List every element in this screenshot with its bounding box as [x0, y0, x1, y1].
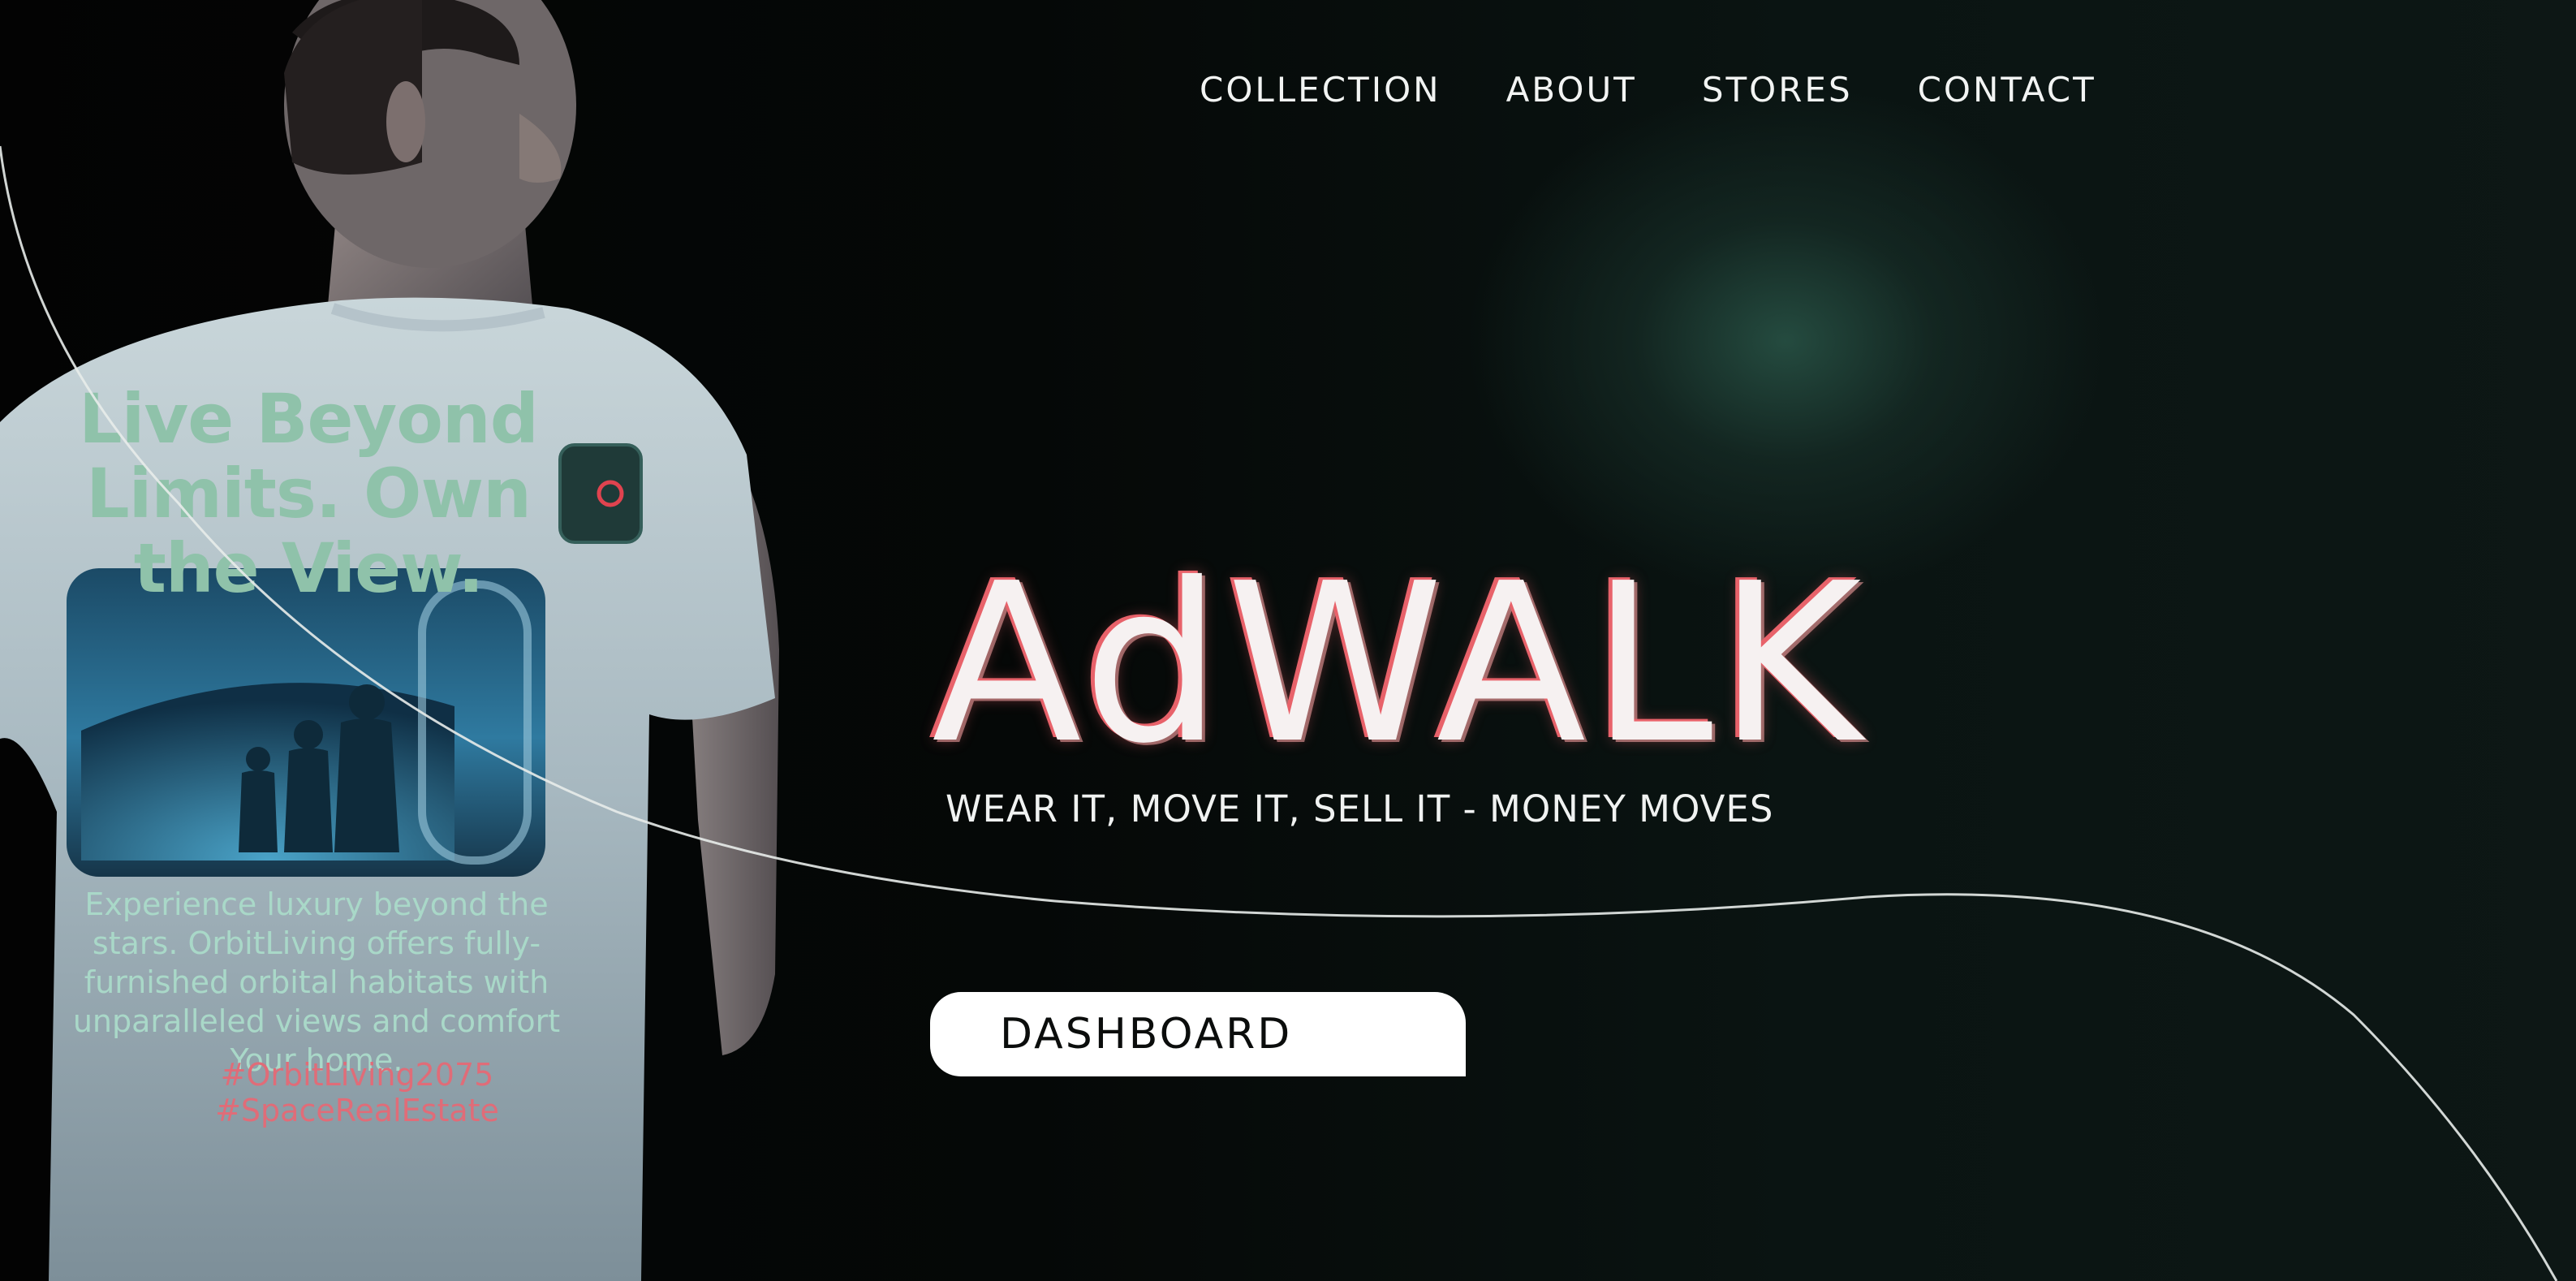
nav-contact[interactable]: CONTACT — [1918, 70, 2096, 110]
nav-stores[interactable]: STORES — [1702, 70, 1853, 110]
top-nav: COLLECTION ABOUT STORES CONTACT — [1200, 70, 2096, 110]
shirt-headline: Live Beyond Limits. Own the View. — [79, 379, 539, 608]
landing-page: Live Beyond Limits. Own the View. Experi… — [0, 0, 2576, 1281]
shirt-body-text: Experience luxury beyond the stars. Orbi… — [72, 886, 561, 1078]
nav-collection[interactable]: COLLECTION — [1200, 70, 1441, 110]
shirt-hashtags: #OrbitLiving2075 #SpaceRealEstate — [97, 1057, 617, 1128]
hashtag: #SpaceRealEstate — [215, 1093, 499, 1128]
hashtag: #OrbitLiving2075 — [220, 1057, 494, 1093]
dashboard-button[interactable]: DASHBOARD — [930, 992, 1466, 1076]
nav-about[interactable]: ABOUT — [1506, 70, 1637, 110]
tagline: WEAR IT, MOVE IT, SELL IT - MONEY MOVES — [946, 787, 1774, 830]
brand-logo: AdWALK — [932, 536, 1867, 791]
